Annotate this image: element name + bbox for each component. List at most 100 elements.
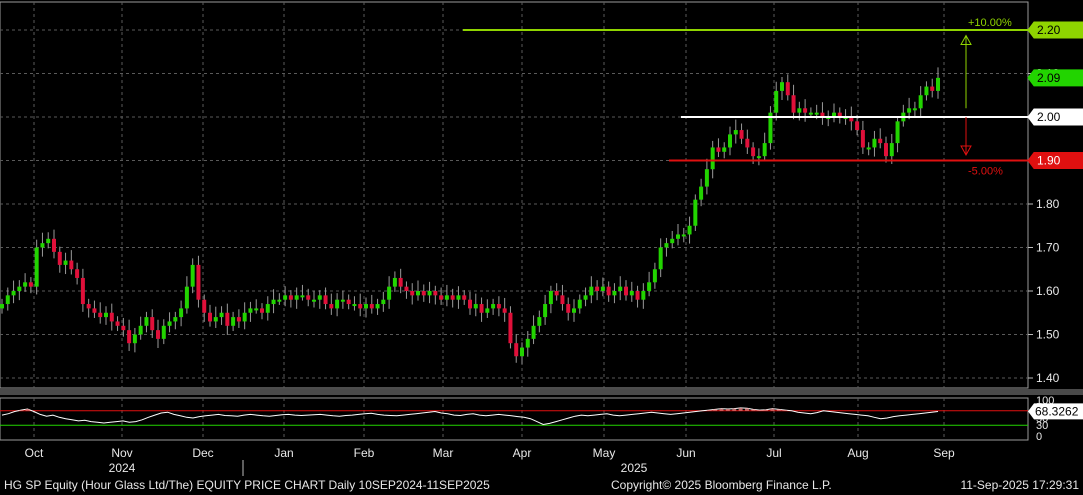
candle-body [57, 251, 62, 265]
candle-body [439, 295, 444, 300]
candle-body [104, 312, 108, 318]
rsi-tick-label: 0 [1036, 431, 1042, 443]
candle-body [664, 243, 669, 248]
candle-body [814, 112, 819, 115]
candle-body [612, 291, 617, 296]
candle-body [317, 295, 322, 300]
badge-current-text: 2.09 [1037, 71, 1061, 85]
candle-body [462, 295, 467, 300]
candle-body [398, 277, 403, 287]
candle-body [514, 343, 519, 357]
candle-body [23, 282, 28, 287]
candle-body [693, 199, 698, 226]
badge-pivot-text: 2.00 [1037, 110, 1061, 124]
candle-body [606, 286, 611, 296]
candle-body [681, 234, 686, 237]
x-month-label: Aug [847, 446, 868, 460]
candle-body [508, 312, 513, 344]
candle-body [427, 291, 432, 296]
candle-body [92, 308, 97, 313]
candle-body [156, 330, 160, 339]
x-month-label: Mar [433, 446, 454, 460]
candle-body [745, 138, 750, 148]
candle-body [167, 321, 172, 326]
candle-body [231, 317, 236, 326]
x-month-label: Jan [274, 446, 293, 460]
candle-body [479, 304, 484, 313]
price-chart: 1.401.501.601.701.801.902.002.102.20+10.… [0, 0, 1083, 476]
candle-body [577, 299, 582, 309]
candle-body [248, 308, 253, 313]
candle-body [306, 295, 311, 300]
candle-body [75, 269, 80, 278]
candle-body [572, 308, 576, 313]
candle-body [115, 321, 120, 326]
candle-body [369, 304, 374, 309]
y-tick-label: 1.40 [1036, 371, 1060, 385]
candle-body [132, 334, 137, 344]
x-month-label: Feb [354, 446, 375, 460]
candle-body [404, 286, 409, 291]
x-month-label: Dec [192, 446, 213, 460]
candle-body [138, 325, 143, 335]
candle-body [658, 247, 663, 270]
candle-body [652, 269, 657, 283]
candle-body [288, 295, 293, 300]
candle-body [98, 312, 103, 318]
candle-body [797, 108, 802, 113]
candle-body [254, 308, 259, 311]
candle-body [86, 304, 91, 309]
candle-body [184, 286, 189, 309]
candle-body [739, 130, 744, 139]
candle-body [647, 282, 652, 291]
candle-body [34, 247, 39, 287]
candle-body [583, 295, 588, 300]
candle-body [80, 277, 85, 305]
candle-body [127, 330, 132, 344]
candle-body [300, 295, 305, 298]
candle-body [566, 304, 571, 313]
candle-body [473, 304, 478, 309]
candle-body [340, 299, 345, 302]
candle-body [202, 299, 207, 313]
candle-body [589, 286, 594, 296]
candle-body [11, 291, 16, 296]
candle-body [624, 286, 628, 296]
candle-body [271, 299, 276, 305]
candle-body [46, 238, 51, 244]
candle-body [889, 143, 894, 157]
candle-body [358, 304, 363, 309]
candle-body [635, 291, 640, 300]
candle-body [468, 299, 472, 309]
x-month-label: Jun [676, 446, 695, 460]
candle-body [600, 286, 605, 291]
candle-body [525, 338, 530, 348]
candle-body [537, 317, 542, 326]
candle-body [866, 147, 871, 150]
candle-body [17, 286, 22, 291]
candle-body [109, 312, 114, 322]
candle-body [780, 82, 784, 91]
candle-body [144, 317, 149, 326]
candle-body [242, 312, 247, 322]
rsi-panel [0, 397, 1029, 441]
candle-body [456, 295, 461, 300]
candle-body [323, 295, 328, 305]
candle-body [364, 304, 368, 309]
footer-copyright: Copyright© 2025 Bloomberg Finance L.P. [611, 478, 832, 492]
candle-body [803, 108, 808, 113]
candle-body [785, 82, 790, 96]
candle-body [294, 295, 299, 300]
candle-body [260, 308, 264, 313]
x-month-label: Nov [111, 446, 132, 460]
candle-body [618, 286, 623, 291]
candle-body [179, 308, 184, 318]
candle-body [936, 77, 940, 91]
candle-body [687, 225, 692, 235]
candle-body [283, 295, 288, 300]
x-year-label: 2024 [109, 461, 136, 475]
candle-body [485, 308, 490, 313]
downside-pct-label: -5.00% [968, 166, 1003, 178]
candle-body [733, 130, 738, 135]
candle-body [208, 312, 212, 322]
